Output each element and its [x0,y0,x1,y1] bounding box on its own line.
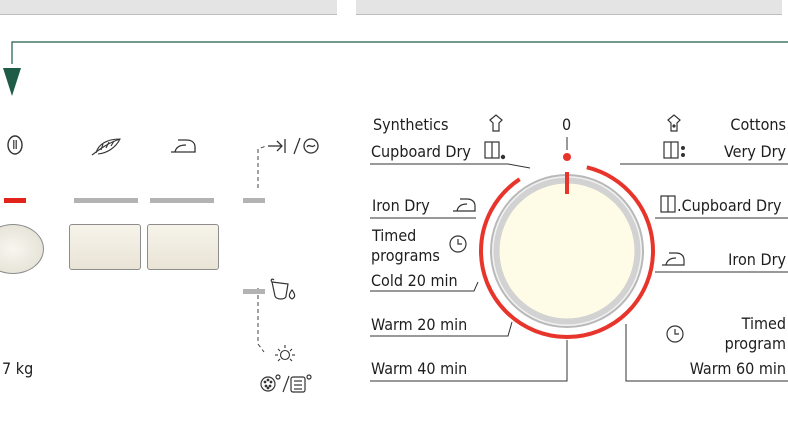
dial-zero-label: 0 [562,115,572,134]
program-label-right: program [724,334,786,353]
end-anticrease-icon [268,137,319,155]
warm-40-label: Warm 40 min [371,359,468,378]
water-container-icon [270,278,296,300]
sun-icon [275,345,295,362]
cottons-cupboard-dry-label: .Cupboard Dry [677,196,782,215]
program-dial[interactable] [479,137,655,339]
filter-clean-icons [260,374,312,393]
iron-icon [171,139,196,153]
power-indicator-led [4,198,26,203]
cottons-label: Cottons [730,115,786,134]
cotton-shirt-icon [667,114,681,132]
cottons-very-dry-label: Very Dry [724,142,786,161]
iron-button[interactable] [147,224,219,270]
dial-zero-dot [563,153,571,161]
cupboard-icon-right [660,195,676,213]
flow-arrow [3,41,788,96]
clock-icon-right [666,325,684,343]
cold-20-label: Cold 20 min [371,271,458,290]
power-icon [7,135,23,155]
feather-icon [91,138,121,156]
programs-label-left: programs [371,246,440,265]
cupboard-very-dry-icon [663,141,686,159]
iron-indicator [150,198,214,203]
shirt-icon [489,114,503,132]
capacity-label: 7 kg [2,359,34,378]
iron-icon-right [662,252,685,266]
timed-label-left: Timed [372,226,417,245]
dashed-connectors [257,145,267,353]
water-indicator [243,289,265,294]
cupboard-icon [484,141,506,160]
clock-icon-left [449,235,467,253]
synthetics-label: Synthetics [373,115,449,134]
end-indicator [243,198,265,203]
delicate-indicator [74,198,138,203]
synthetics-cupboard-dry-label: Cupboard Dry [371,142,471,161]
cottons-iron-dry-label: Iron Dry [728,250,786,269]
warm-60-label: Warm 60 min [689,359,786,378]
delicate-button[interactable] [69,224,141,270]
synthetics-iron-dry-label: Iron Dry [372,196,430,215]
warm-20-label: Warm 20 min [371,315,468,334]
iron-icon-left [453,198,476,212]
timed-label-right: Timed [741,314,786,333]
